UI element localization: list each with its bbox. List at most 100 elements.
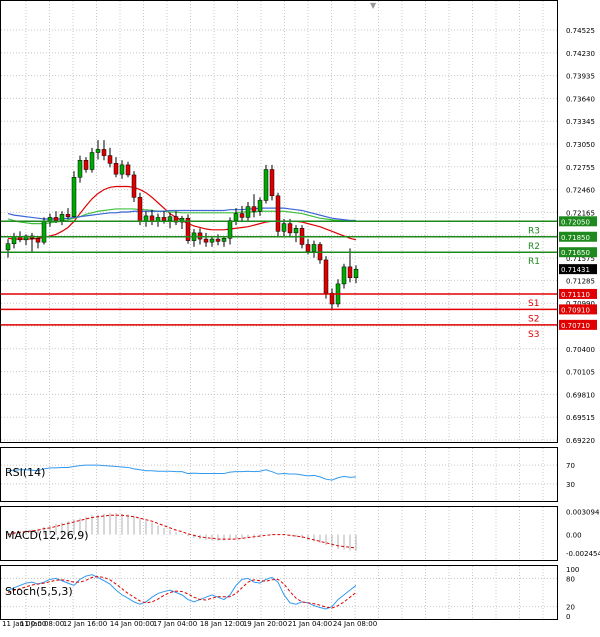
candle-body bbox=[329, 292, 335, 305]
candle-body bbox=[65, 214, 71, 217]
candle-body bbox=[287, 223, 293, 234]
stoch-tick-label: 80 bbox=[566, 575, 575, 583]
chart-canvas: R3R2R1S1S2S3 11 Jan 00:0011 Jan 08:0012 … bbox=[0, 0, 600, 628]
candle-body bbox=[245, 206, 251, 218]
resistance-label: R3 bbox=[528, 226, 540, 236]
y-tick-label: 0.74525 bbox=[566, 27, 595, 35]
y-tick-label: 0.73345 bbox=[566, 118, 595, 126]
price-marker-text: 0.72050 bbox=[561, 218, 590, 226]
candle-body bbox=[233, 213, 239, 221]
y-tick-label: 0.74230 bbox=[566, 50, 595, 58]
candle-body bbox=[125, 164, 131, 176]
resistance-label: R2 bbox=[528, 242, 540, 252]
candle-body bbox=[251, 206, 257, 212]
x-tick-label: 19 Jan 20:00 bbox=[243, 620, 287, 628]
price-marker-text: 0.70910 bbox=[561, 306, 590, 314]
candle-body bbox=[59, 214, 65, 221]
y-tick-label: 0.72165 bbox=[566, 209, 595, 217]
candle-body bbox=[353, 268, 359, 278]
rsi-line bbox=[7, 464, 357, 481]
candle-body bbox=[209, 238, 215, 243]
candle-body bbox=[341, 266, 347, 285]
candle-body bbox=[257, 200, 263, 212]
resistance-label: R1 bbox=[528, 257, 540, 267]
stoch-tick-label: 20 bbox=[566, 604, 575, 612]
candle-body bbox=[119, 164, 125, 175]
candle-body bbox=[197, 232, 203, 240]
x-tick-label: 18 Jan 12:00 bbox=[200, 620, 244, 628]
macd-tick-label: 0.00 bbox=[566, 532, 582, 540]
y-tick-label: 0.71285 bbox=[566, 277, 595, 285]
y-tick-label: 0.73935 bbox=[566, 73, 595, 81]
candle-body bbox=[89, 152, 95, 170]
x-tick-label: 17 Jan 04:00 bbox=[153, 620, 197, 628]
candle-body bbox=[203, 238, 209, 243]
y-tick-label: 0.69810 bbox=[566, 391, 595, 399]
candle-body bbox=[137, 197, 143, 222]
candle-body bbox=[131, 174, 137, 198]
stoch-title: Stoch(5,5,3) bbox=[5, 585, 73, 598]
candle-body bbox=[293, 228, 299, 234]
candle-body bbox=[227, 220, 233, 239]
candle-body bbox=[35, 238, 41, 243]
support-label: S1 bbox=[528, 299, 539, 309]
candle-body bbox=[239, 213, 245, 218]
candle-body bbox=[101, 149, 107, 156]
candle-body bbox=[83, 159, 89, 170]
candle-body bbox=[311, 244, 317, 252]
candle-body bbox=[107, 155, 113, 164]
macd-title: MACD(12,26,9) bbox=[5, 529, 89, 542]
candle-body bbox=[281, 223, 287, 232]
candle-body bbox=[215, 238, 221, 242]
rsi-tick-label: 30 bbox=[566, 481, 575, 489]
stoch-tick-label: 100 bbox=[566, 566, 579, 574]
y-tick-label: 0.73640 bbox=[566, 95, 595, 103]
rsi-panel-frame bbox=[0, 447, 558, 502]
x-tick-label: 12 Jan 16:00 bbox=[63, 620, 107, 628]
candle-body bbox=[347, 266, 353, 278]
price-marker-text: 0.71110 bbox=[561, 291, 590, 299]
rsi-title: RSI(14) bbox=[5, 466, 45, 479]
y-tick-label: 0.69515 bbox=[566, 414, 595, 422]
candle-body bbox=[71, 176, 77, 217]
candle-body bbox=[5, 243, 11, 251]
price-marker-text: 0.70710 bbox=[561, 322, 590, 330]
current-price-text: 0.71431 bbox=[561, 266, 590, 274]
candle-body bbox=[77, 159, 83, 178]
support-label: S2 bbox=[528, 314, 539, 324]
candle-body bbox=[53, 217, 59, 221]
stoch-tick-label: 0 bbox=[566, 613, 570, 621]
price-marker-text: 0.71650 bbox=[561, 249, 590, 257]
x-tick-label: 24 Jan 08:00 bbox=[333, 620, 377, 628]
candle-body bbox=[11, 236, 17, 244]
candle-body bbox=[305, 244, 311, 252]
trading-chart-window: R3 R2 R1 S1 S2 S3 11 Jan 00:00 11 Jan 08:00 12 … bbox=[0, 0, 600, 633]
candle-body bbox=[269, 169, 275, 197]
candle-body bbox=[41, 221, 47, 243]
candle-body bbox=[167, 216, 173, 221]
candle-body bbox=[143, 215, 149, 222]
candle-body bbox=[323, 259, 329, 294]
candle-body bbox=[161, 217, 167, 221]
scroll-arrow-icon: ▼ bbox=[370, 1, 377, 10]
y-tick-label: 0.72460 bbox=[566, 187, 595, 195]
y-tick-label: 0.72755 bbox=[566, 164, 595, 172]
rsi-tick-label: 70 bbox=[566, 462, 575, 470]
y-tick-label: 0.70105 bbox=[566, 369, 595, 377]
candle-body bbox=[95, 149, 101, 153]
x-tick-label: 21 Jan 04:00 bbox=[288, 620, 332, 628]
candle-body bbox=[221, 238, 227, 242]
candle-body bbox=[263, 169, 269, 201]
x-tick-label: 14 Jan 00:00 bbox=[110, 620, 154, 628]
candle-body bbox=[275, 195, 281, 232]
support-label: S3 bbox=[528, 330, 539, 340]
y-tick-label: 0.69220 bbox=[566, 437, 595, 445]
candle-body bbox=[113, 163, 119, 175]
y-tick-label: 0.73050 bbox=[566, 141, 595, 149]
stoch-panel-frame bbox=[0, 565, 558, 620]
price-marker-text: 0.71850 bbox=[561, 234, 590, 242]
x-tick-label: 11 Jan 08:00 bbox=[20, 620, 64, 628]
y-tick-label: 0.70400 bbox=[566, 346, 595, 354]
candle-body bbox=[149, 215, 155, 222]
macd-tick-label: 0.003094 bbox=[566, 509, 600, 517]
